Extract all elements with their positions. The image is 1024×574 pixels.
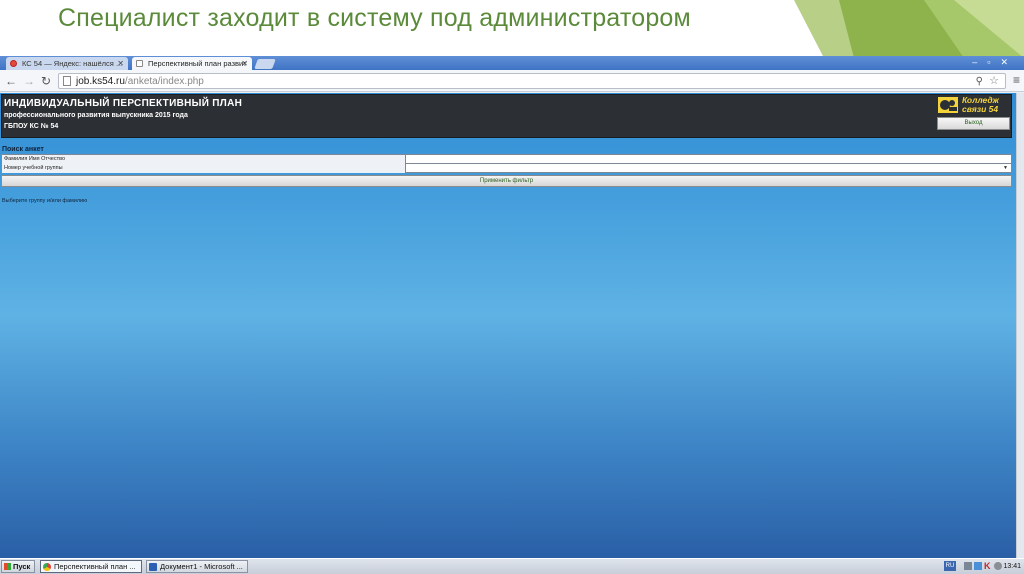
forward-icon[interactable]: → (23, 73, 35, 89)
url-text[interactable]: job.ks54.ru/anketa/index.php (76, 74, 204, 89)
start-button[interactable]: Пуск (1, 560, 35, 573)
taskbar-item-word[interactable]: Документ1 - Microsoft ... (146, 560, 248, 573)
tray-kaspersky-icon[interactable]: K (984, 562, 992, 571)
url-path: /anketa/index.php (124, 76, 204, 87)
back-icon[interactable]: ← (5, 73, 17, 89)
chrome-icon (43, 563, 51, 571)
site-subtitle: профессионального развития выпускника 20… (4, 112, 188, 119)
taskbar-item-label: Перспективный план ... (54, 562, 136, 571)
page-icon (63, 76, 71, 86)
tray-display-icon[interactable] (974, 562, 982, 570)
windows-logo-icon (4, 563, 11, 570)
browser-tab-yandex[interactable]: КС 54 — Яндекс: нашёлся ... ✕ (6, 57, 128, 70)
fio-row: Фамилия Имя Отчество (2, 155, 1011, 164)
filter-hint: Выберите группу и/или фамилию (2, 198, 88, 204)
group-select[interactable]: ▼ (407, 164, 1011, 172)
college-logo-text: Колледж связи 54 (962, 96, 999, 114)
tray-volume-icon[interactable] (994, 562, 1002, 570)
page-icon (136, 60, 143, 67)
url-host: job.ks54.ru (76, 76, 125, 87)
slide-decoration (794, 0, 1024, 58)
browser-screenshot: КС 54 — Яндекс: нашёлся ... ✕ Перспектив… (0, 56, 1024, 574)
chevron-down-icon[interactable]: ▼ (1003, 164, 1008, 172)
browser-tab-plan[interactable]: Перспективный план развит ✕ (132, 57, 252, 70)
fio-input[interactable] (407, 155, 1011, 163)
tray-network-icon[interactable] (964, 562, 972, 570)
menu-icon[interactable]: ≡ (1013, 73, 1020, 88)
tab-label: Перспективный план развит (148, 59, 247, 68)
browser-toolbar: ← → ↻ job.ks54.ru/anketa/index.php ⚲ ☆ ≡ (0, 70, 1024, 92)
vertical-scrollbar[interactable] (1016, 93, 1024, 558)
start-label: Пуск (13, 562, 31, 571)
system-tray: RU K 13:41 (942, 560, 1024, 573)
search-form: Фамилия Имя Отчество Номер учебной групп… (1, 154, 1012, 173)
word-icon (149, 563, 157, 571)
slide-title: Специалист заходит в систему под админис… (58, 4, 691, 32)
college-logo-icon (938, 97, 958, 113)
tab-label: КС 54 — Яндекс: нашёлся ... (22, 59, 123, 68)
reload-icon[interactable]: ↻ (41, 73, 51, 89)
fio-label: Фамилия Имя Отчество (2, 155, 406, 164)
site-header: ИНДИВИДУАЛЬНЫЙ ПЕРСПЕКТИВНЫЙ ПЛАН профес… (1, 94, 1012, 138)
close-tab-icon[interactable]: ✕ (241, 57, 248, 70)
page-viewport: ИНДИВИДУАЛЬНЫЙ ПЕРСПЕКТИВНЫЙ ПЛАН профес… (0, 93, 1016, 558)
language-indicator[interactable]: RU (944, 561, 956, 571)
new-tab-button[interactable] (254, 59, 276, 69)
apply-filter-button[interactable]: Применить фильтр (1, 175, 1012, 187)
clock: 13:41 (1003, 563, 1021, 570)
college-logo[interactable]: Колледж связи 54 (938, 96, 1010, 114)
yandex-icon (10, 60, 17, 67)
address-bar[interactable]: job.ks54.ru/anketa/index.php ⚲ ☆ (58, 73, 1006, 89)
search-heading: Поиск анкет (2, 146, 44, 153)
group-label: Номер учебной группы (2, 164, 406, 173)
taskbar: Пуск Перспективный план ... Документ1 - … (0, 558, 1024, 574)
minimize-icon[interactable]: – (972, 57, 987, 67)
group-row: Номер учебной группы ▼ (2, 164, 1011, 173)
taskbar-item-browser[interactable]: Перспективный план ... (40, 560, 142, 573)
bookmark-star-icon[interactable]: ☆ (989, 74, 999, 89)
zoom-icon[interactable]: ⚲ (976, 74, 983, 89)
logo-line-2: связи 54 (962, 104, 999, 114)
tab-strip: КС 54 — Яндекс: нашёлся ... ✕ Перспектив… (0, 56, 1024, 70)
site-org: ГБПОУ КС № 54 (4, 123, 59, 130)
taskbar-item-label: Документ1 - Microsoft ... (160, 562, 243, 571)
slide: Специалист заходит в систему под админис… (0, 0, 1024, 574)
close-window-icon[interactable]: ✕ (1000, 57, 1018, 67)
restore-icon[interactable]: ▫ (987, 57, 1000, 67)
logout-button[interactable]: Выход (937, 117, 1010, 130)
window-controls[interactable]: –▫✕ (972, 56, 1018, 69)
close-tab-icon[interactable]: ✕ (117, 57, 124, 70)
site-title: ИНДИВИДУАЛЬНЫЙ ПЕРСПЕКТИВНЫЙ ПЛАН (4, 98, 243, 109)
